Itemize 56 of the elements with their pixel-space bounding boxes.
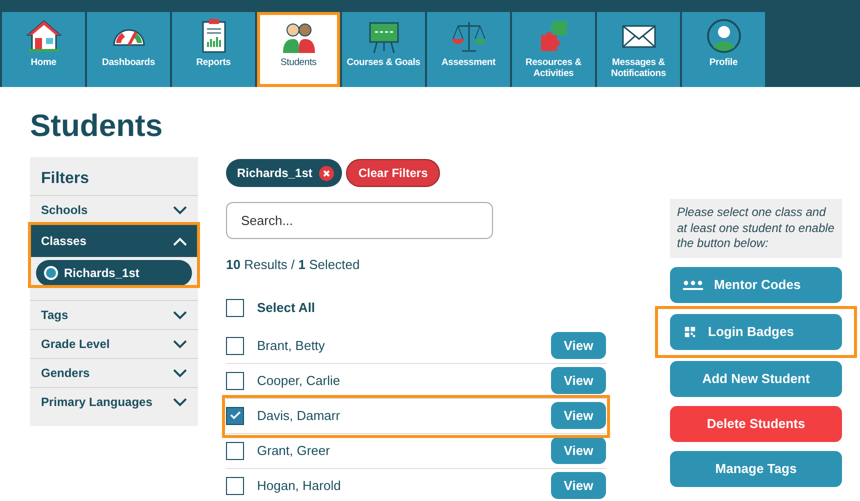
view-button[interactable]: View [551, 367, 606, 394]
filter-group-header[interactable]: Schools [30, 196, 198, 224]
clear-filters-button[interactable]: Clear Filters [346, 159, 440, 187]
radio-button[interactable] [44, 266, 58, 280]
action-button[interactable]: Manage Tags [670, 450, 842, 487]
checkbox[interactable] [226, 372, 244, 390]
student-name: Cooper, Carlie [257, 372, 342, 390]
chevron-down-icon [173, 340, 187, 348]
checkbox[interactable] [226, 299, 244, 317]
checkbox[interactable] [226, 476, 244, 494]
checkbox[interactable] [226, 442, 244, 460]
nav-tab[interactable]: Home [2, 12, 85, 87]
nav-tab[interactable]: Messages & Notifications [597, 12, 680, 87]
nav-tab[interactable]: Profile [682, 12, 765, 87]
student-name: Hogan, Harold [257, 476, 342, 495]
remove-icon[interactable] [319, 166, 334, 180]
action-button[interactable]: Delete Students [670, 406, 842, 442]
page-title: Students [30, 107, 164, 145]
view-button[interactable]: View [551, 402, 606, 429]
nav-tab[interactable]: Assessment [427, 12, 510, 87]
chevron-down-icon [173, 310, 187, 320]
chevron-down-icon [173, 368, 187, 378]
view-button[interactable]: View [551, 437, 606, 464]
student-name: Brant, Betty [257, 336, 326, 355]
results-summary: 10 Results / 1 Selected [226, 256, 361, 274]
search-field[interactable]: Search... [226, 202, 493, 239]
chevron-up-icon [173, 236, 187, 246]
action-button[interactable]: Mentor Codes [670, 266, 842, 303]
filter-group-header[interactable]: Tags [30, 301, 198, 329]
filter-group-header[interactable]: Genders [30, 359, 198, 387]
nav-tab[interactable]: Courses & Goals [342, 12, 425, 87]
action-button[interactable]: Add New Student [670, 360, 842, 397]
action-button[interactable]: Login Badges [670, 314, 842, 350]
filter-group-header[interactable]: Grade Level [30, 330, 198, 358]
student-name: Davis, Damarr [257, 406, 342, 425]
checkbox[interactable] [226, 336, 244, 354]
view-button[interactable]: View [551, 472, 606, 499]
chevron-down-icon [173, 398, 187, 406]
checkmark-icon [230, 411, 240, 420]
filter-group-header[interactable]: Classes [30, 225, 198, 257]
instruction-note: Please select one class and at least one student to enable the button below: [670, 199, 842, 258]
nav-tab[interactable]: Reports [172, 12, 255, 87]
select-all-label: Select All [257, 299, 316, 318]
filter-chip[interactable]: Richards_1st [226, 159, 342, 187]
filter-group-header[interactable]: Primary Languages [30, 388, 198, 416]
nav-tab[interactable]: Students [257, 12, 340, 87]
nav-tab[interactable]: Dashboards [87, 12, 170, 87]
filter-option[interactable]: Richards_1st [36, 260, 192, 286]
house-icon [24, 17, 62, 55]
checkbox[interactable] [226, 406, 244, 424]
student-name: Grant, Greer [257, 442, 331, 460]
nav-tab[interactable]: Resources & Activities [512, 12, 595, 87]
chevron-down-icon [173, 206, 187, 214]
view-button[interactable]: View [551, 332, 606, 359]
filters-heading: Filters [40, 169, 90, 189]
avatar-icon [704, 17, 742, 55]
